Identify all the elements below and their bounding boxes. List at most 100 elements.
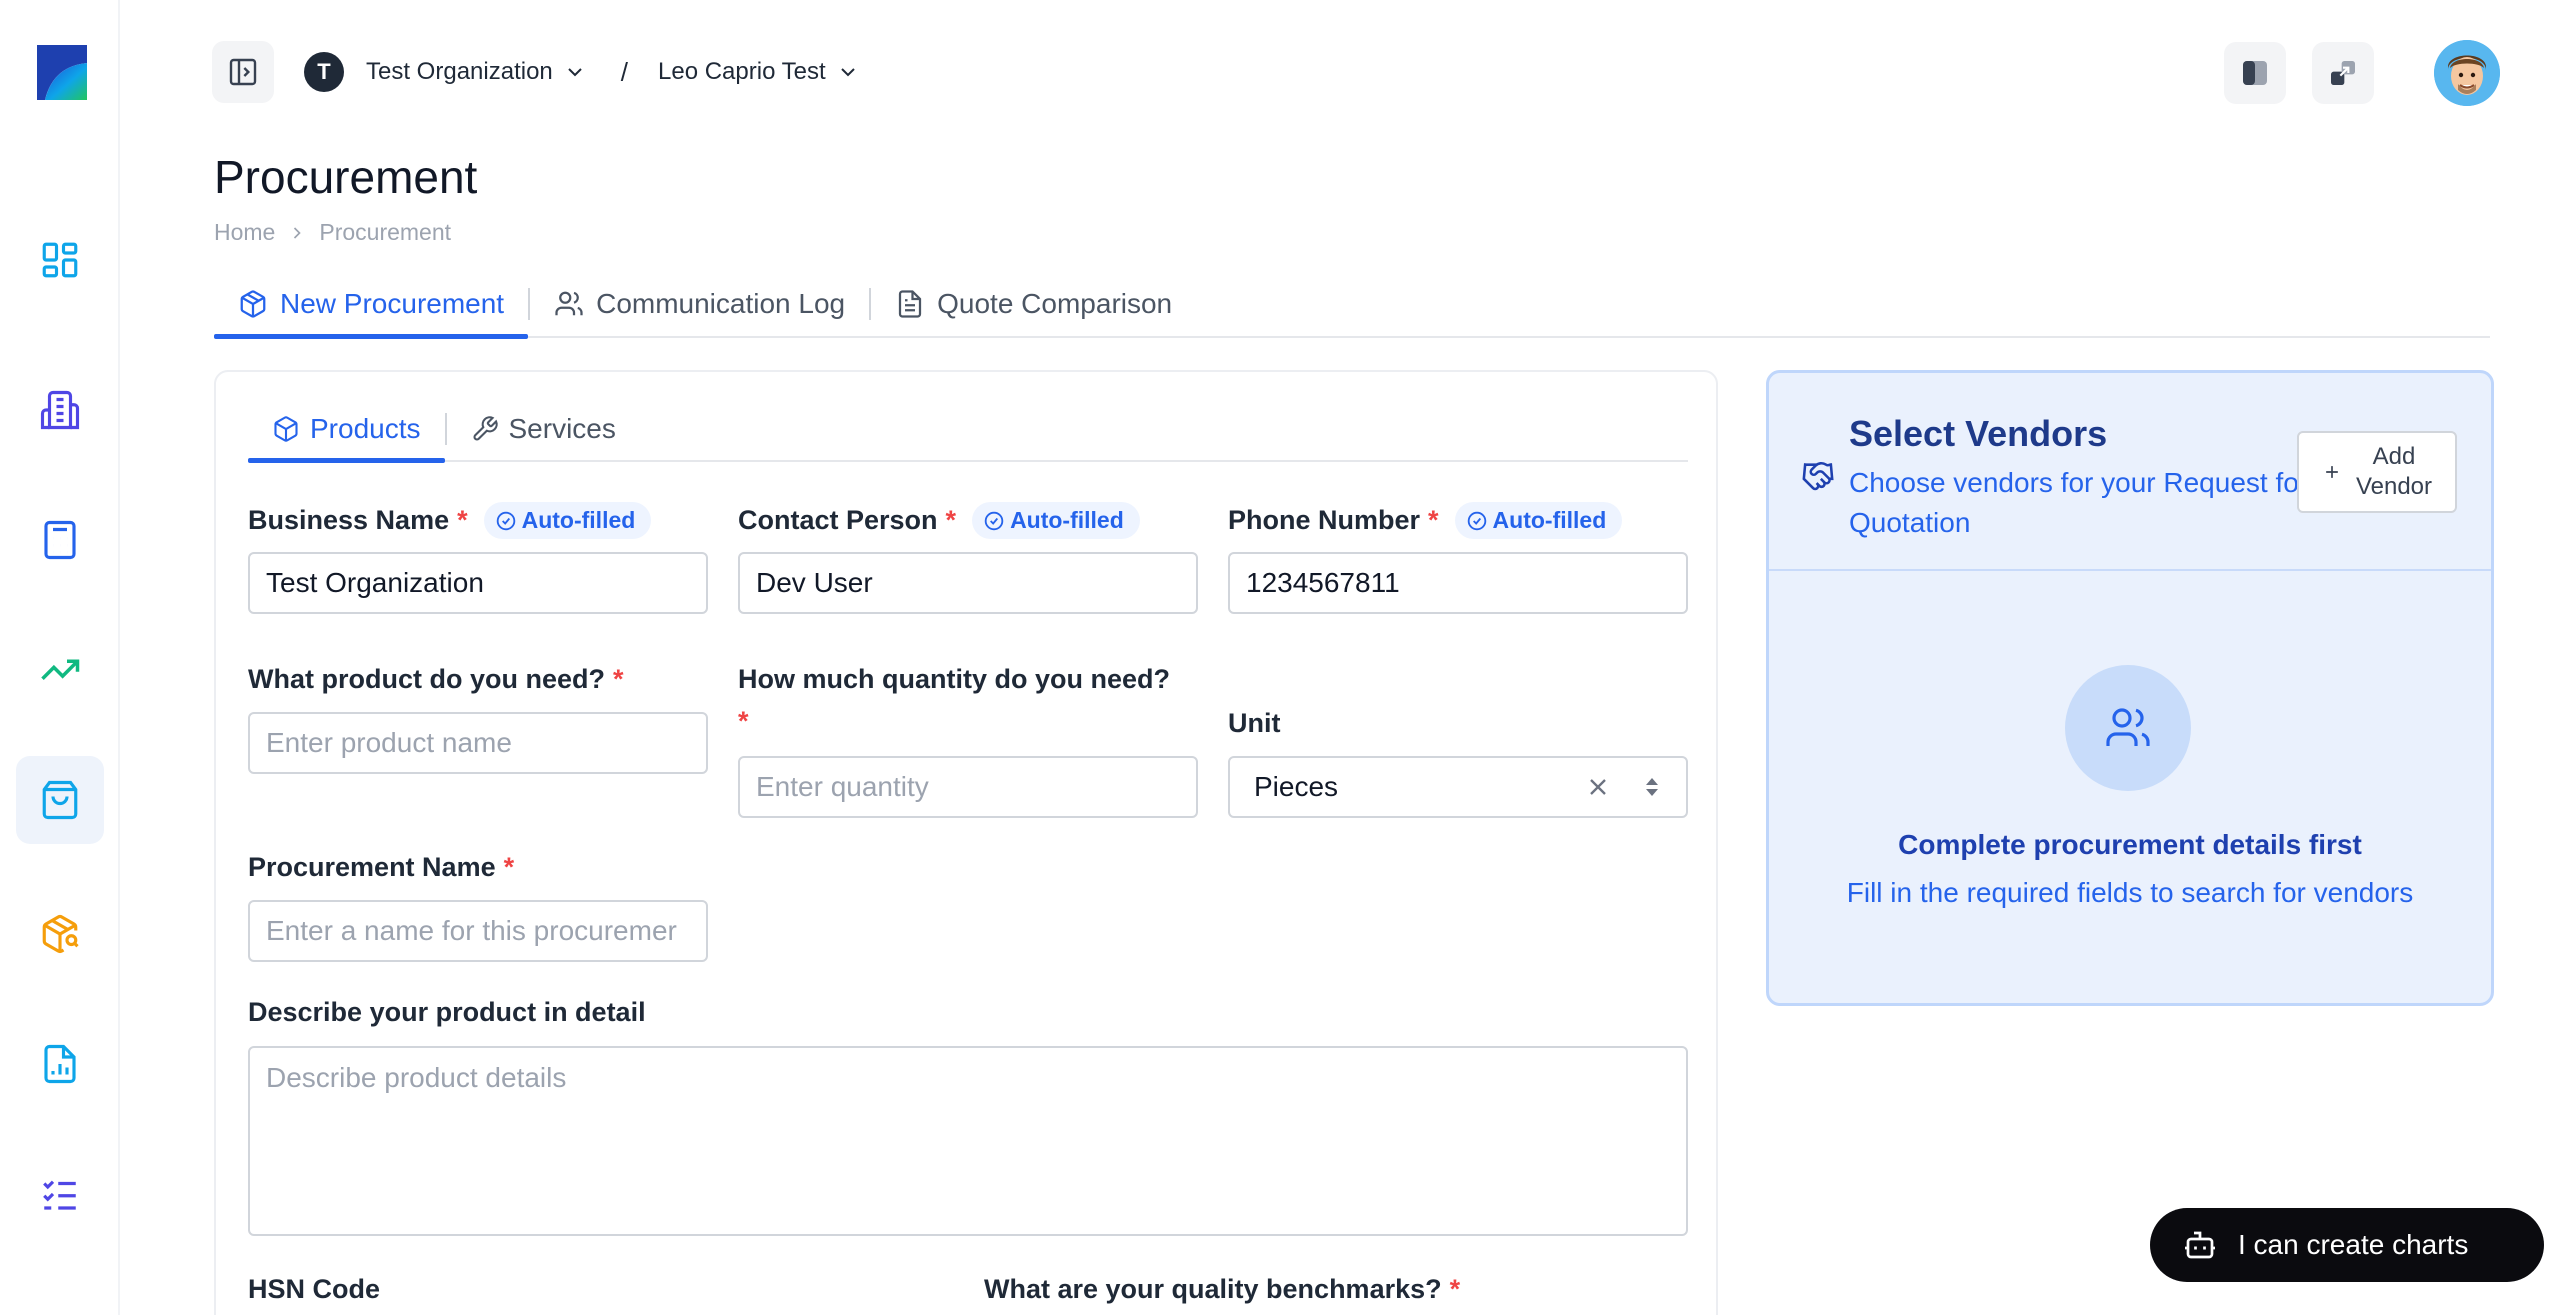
list-check-icon — [43, 1180, 76, 1210]
breadcrumb-current: Procurement — [319, 219, 452, 245]
package-icon — [240, 290, 266, 318]
tab-quote-comparison[interactable]: Quote Comparison — [871, 272, 1196, 336]
topbar: T Test Organization / Leo Caprio Test — [212, 40, 860, 104]
add-vendor-label-line2: Vendor — [2355, 473, 2433, 500]
contact-person-input[interactable]: Dev User — [738, 552, 1198, 614]
sidebar-item-procurement[interactable] — [16, 756, 104, 844]
sidebar-toggle-button[interactable] — [212, 41, 274, 103]
chevron-down-icon[interactable] — [836, 60, 860, 84]
shopping-bag-icon — [42, 780, 78, 820]
add-vendor-button[interactable]: Add Vendor — [2297, 431, 2457, 513]
phone-number-label: Phone Number * Auto-filled — [1228, 502, 1623, 539]
user-avatar[interactable] — [2434, 40, 2500, 106]
sidebar-item-tasks[interactable] — [16, 1150, 104, 1238]
add-vendor-label-line1: Add — [2372, 443, 2416, 470]
contact-person-label: Contact Person * Auto-filled — [738, 502, 1140, 539]
sidebar-item-dashboard[interactable] — [16, 216, 104, 304]
file-text-icon — [899, 290, 922, 318]
sidebar-item-reports[interactable] — [16, 1020, 104, 1108]
package-icon — [274, 416, 298, 442]
check-circle-icon — [496, 511, 515, 530]
chevron-right-icon — [294, 226, 302, 239]
bot-icon — [2185, 1231, 2215, 1259]
calculator-icon — [44, 520, 76, 560]
org-selector[interactable]: Test Organization — [366, 58, 553, 86]
page-title: Procurement — [214, 151, 478, 203]
empty-state-title: Complete procurement details first — [1898, 829, 2362, 860]
close-icon[interactable] — [1584, 773, 1612, 801]
users-icon — [555, 291, 583, 316]
expand-icon — [2331, 61, 2355, 85]
sidebar-item-analytics[interactable] — [16, 626, 104, 714]
user-memoji-icon — [2434, 40, 2500, 106]
auto-filled-badge: Auto-filled — [1454, 502, 1623, 539]
quantity-required-mark: * — [738, 706, 749, 736]
building-icon — [40, 390, 80, 430]
ai-assistant-label: I can create charts — [2238, 1229, 2469, 1260]
expand-button[interactable] — [2312, 42, 2374, 104]
phone-number-input[interactable]: 1234567811 — [1228, 552, 1688, 614]
org-avatar: T — [304, 52, 344, 92]
procurement-name-label: Procurement Name * — [248, 852, 515, 882]
tab-label: Products — [310, 413, 421, 444]
hsn-code-label: HSN Code — [248, 1274, 381, 1304]
app-logo[interactable] — [37, 45, 87, 100]
theme-toggle-button[interactable] — [2224, 42, 2286, 104]
description-textarea[interactable]: Describe product details — [248, 1046, 1688, 1236]
layout-icon — [2243, 61, 2267, 85]
auto-filled-badge: Auto-filled — [972, 502, 1140, 539]
procurement-form: Products Services Business Name * Auto-fi… — [214, 370, 1718, 1315]
tab-label: Quote Comparison — [937, 288, 1173, 319]
product-input[interactable]: Enter product name — [248, 712, 708, 774]
vendor-panel-header: Select Vendors Choose vendors for your R… — [1769, 373, 2491, 571]
sidebar-item-organizations[interactable] — [16, 366, 104, 454]
sub-tabs: Products Services — [248, 398, 1688, 463]
check-circle-icon — [1467, 511, 1486, 530]
unit-label: Unit — [1228, 708, 1281, 738]
empty-state-icon-wrap — [2065, 665, 2191, 791]
sidebar — [0, 0, 120, 1315]
product-label: What product do you need? * — [248, 664, 624, 694]
sidebar-item-inventory-search[interactable] — [16, 890, 104, 978]
tab-services[interactable]: Services — [447, 398, 640, 460]
select-vendors-panel: Select Vendors Choose vendors for your R… — [1766, 370, 2494, 1006]
plus-icon — [2326, 466, 2338, 478]
panel-left-icon — [229, 58, 257, 86]
check-circle-icon — [984, 511, 1004, 530]
tab-communication-log[interactable]: Communication Log — [530, 272, 869, 336]
tab-new-procurement[interactable]: New Procurement — [214, 272, 529, 339]
tab-label: New Procurement — [280, 288, 505, 319]
unit-value: Pieces — [1254, 771, 1339, 802]
wrench-icon — [473, 416, 498, 441]
quantity-input[interactable]: Enter quantity — [738, 756, 1198, 818]
breadcrumb: Home Procurement — [214, 219, 451, 246]
ai-assistant-button[interactable]: I can create charts — [2150, 1208, 2544, 1282]
unit-select[interactable]: Pieces — [1228, 756, 1688, 818]
grid-icon — [42, 242, 78, 278]
main-tabs: New Procurement Communication Log Quote … — [214, 272, 2490, 339]
business-name-input[interactable]: Test Organization — [248, 552, 708, 614]
trending-up-icon — [41, 659, 80, 680]
package-search-icon — [42, 914, 79, 954]
quality-benchmarks-label: What are your quality benchmarks? * — [984, 1274, 1461, 1304]
auto-filled-badge: Auto-filled — [483, 502, 652, 539]
topbar-actions — [2224, 40, 2500, 106]
empty-state-subtitle: Fill in the required fields to search fo… — [1846, 877, 2414, 908]
sort-arrows-icon — [1646, 778, 1658, 796]
description-label: Describe your product in detail — [248, 997, 646, 1027]
users-icon — [2106, 708, 2150, 746]
quantity-label: How much quantity do you need? — [738, 664, 1170, 694]
vendor-panel-title: Select Vendors — [1849, 413, 2108, 454]
procurement-name-input[interactable]: Enter a name for this procuremer — [248, 900, 708, 962]
vendor-panel-subtitle: Choose vendors for your Request for Quot… — [1849, 467, 2309, 538]
tab-products[interactable]: Products — [248, 398, 445, 463]
breadcrumb-separator: / — [620, 56, 628, 87]
sidebar-item-calculator[interactable] — [16, 496, 104, 584]
chevron-down-icon[interactable] — [563, 60, 587, 84]
business-name-label: Business Name * Auto-filled — [248, 502, 652, 539]
breadcrumb-home[interactable]: Home — [214, 219, 275, 246]
file-chart-icon — [44, 1044, 76, 1084]
handshake-icon — [1802, 461, 1834, 491]
project-selector[interactable]: Leo Caprio Test — [658, 58, 826, 86]
tab-label: Communication Log — [596, 288, 846, 319]
